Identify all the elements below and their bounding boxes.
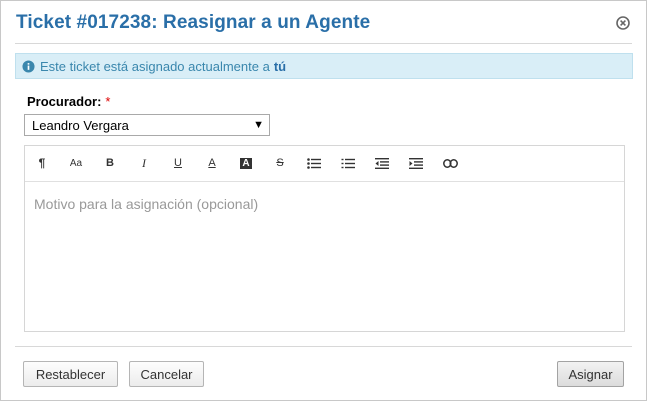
font-color-icon[interactable]: A (203, 155, 221, 171)
agent-select[interactable]: Leandro Vergara ▼ (24, 114, 270, 136)
outdent-icon[interactable] (373, 155, 391, 171)
reason-textarea-placeholder[interactable]: Motivo para la asignación (opcional) (34, 196, 258, 212)
title-divider (15, 43, 632, 44)
indent-icon[interactable] (407, 155, 425, 171)
underline-icon[interactable]: U (169, 155, 187, 171)
ordered-list-icon[interactable] (339, 155, 357, 171)
chevron-down-icon: ▼ (253, 119, 264, 131)
footer-divider (15, 346, 632, 347)
reset-button[interactable]: Restablecer (23, 361, 118, 387)
assign-button[interactable]: Asignar (557, 361, 624, 387)
strikethrough-icon[interactable]: S (271, 155, 289, 171)
paragraph-icon[interactable]: ¶ (33, 155, 51, 171)
assignment-notice: Este ticket está asignado actualmente a … (15, 53, 633, 79)
notice-text: Este ticket está asignado actualmente a (40, 58, 270, 74)
info-icon (22, 59, 35, 73)
close-icon[interactable] (616, 16, 630, 30)
link-icon[interactable] (441, 155, 459, 171)
notice-assignee: tú (273, 58, 287, 74)
required-mark: * (105, 94, 111, 109)
reason-editor: ¶ Aa B I U A A S Motivo para la asignaci… (24, 145, 625, 332)
bold-icon[interactable]: B (101, 155, 119, 171)
reassign-dialog: Ticket #017238: Reasignar a un Agente Es… (0, 0, 647, 401)
unordered-list-icon[interactable] (305, 155, 323, 171)
dialog-title: Ticket #017238: Reasignar a un Agente (16, 12, 371, 33)
cancel-button[interactable]: Cancelar (129, 361, 204, 387)
agent-label-text: Procurador: (27, 94, 102, 109)
editor-toolbar: ¶ Aa B I U A A S (25, 146, 624, 182)
agent-label: Procurador: * (27, 94, 110, 109)
italic-icon[interactable]: I (135, 155, 153, 171)
background-color-icon[interactable]: A (237, 155, 255, 171)
font-size-icon[interactable]: Aa (67, 155, 85, 171)
agent-select-value: Leandro Vergara (32, 117, 129, 133)
